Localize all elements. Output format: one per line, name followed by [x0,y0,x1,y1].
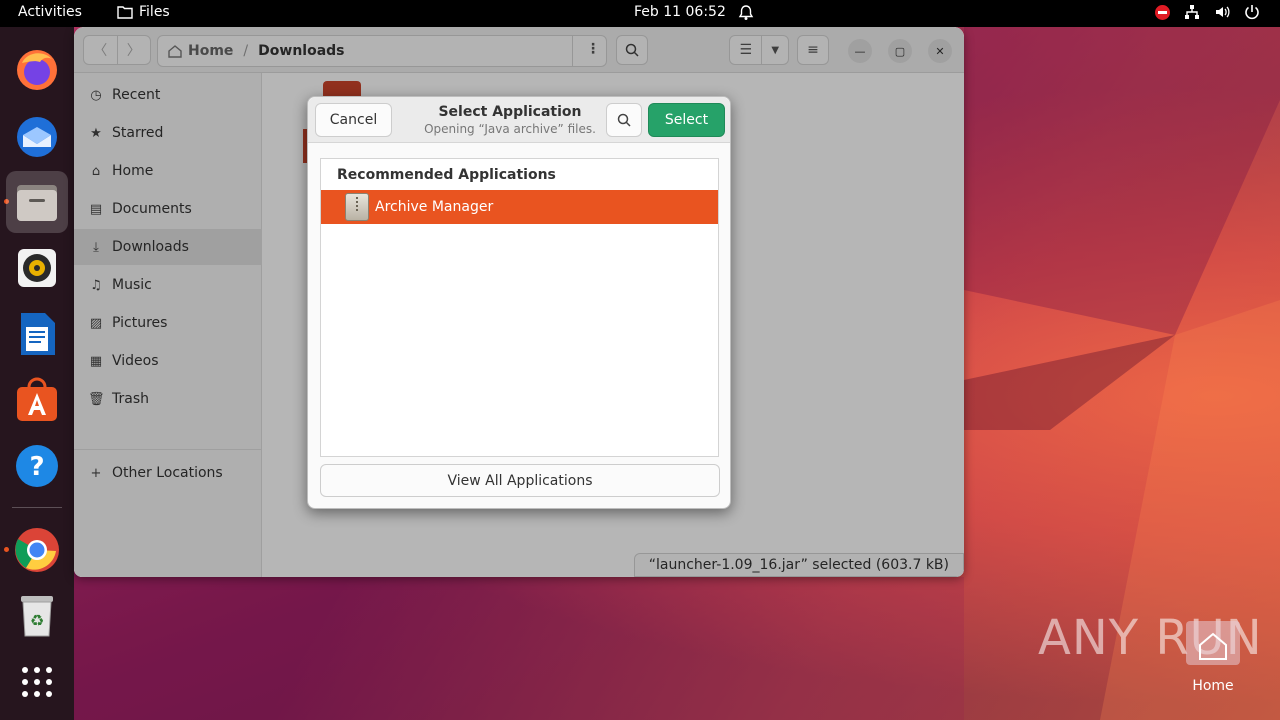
app-row-archive-manager[interactable]: Archive Manager [321,190,718,224]
app-name: Files [139,4,170,20]
section-heading: Recommended Applications [337,167,556,183]
clock[interactable]: Feb 11 06:52 [634,4,726,20]
dock: ? ♻ [0,27,74,720]
chrome-icon[interactable] [6,519,68,581]
notification-bell-icon[interactable] [738,4,754,25]
show-apps-icon[interactable] [6,651,68,713]
rhythmbox-icon[interactable] [6,237,68,299]
dialog-subtitle: Opening “Java archive” files. [424,122,596,136]
help-icon[interactable]: ? [6,435,68,497]
svg-text:♻: ♻ [30,611,44,630]
trash-icon[interactable]: ♻ [6,585,68,647]
desktop-home-label[interactable]: Home [1172,678,1254,694]
volume-icon [1216,6,1230,18]
select-application-dialog: Cancel Select Application Opening “Java … [307,96,731,509]
select-button[interactable]: Select [648,103,725,137]
system-tray[interactable] [1155,4,1260,20]
archive-manager-icon [345,193,369,221]
folder-icon [117,6,133,19]
application-list: Recommended Applications Archive Manager [320,158,719,457]
files-icon[interactable] [6,171,68,233]
app-center-icon[interactable] [6,369,68,431]
cancel-button[interactable]: Cancel [315,103,392,137]
desktop-home-icon[interactable] [1184,619,1242,667]
firefox-icon[interactable] [6,39,68,101]
view-all-applications-button[interactable]: View All Applications [320,464,720,497]
top-bar: Activities Files Feb 11 06:52 [0,0,1280,27]
power-icon [1245,5,1259,20]
network-icon [1185,5,1199,19]
thunderbird-icon[interactable] [6,105,68,167]
app-name: Archive Manager [375,199,494,215]
writer-icon[interactable] [6,303,68,365]
search-icon [617,113,631,127]
dialog-title: Select Application [438,104,582,120]
app-menu[interactable]: Files [117,4,170,20]
dialog-header: Cancel Select Application Opening “Java … [308,97,730,143]
svg-text:?: ? [29,452,44,482]
activities-button[interactable]: Activities [18,4,82,20]
recording-indicator-icon [1155,4,1170,20]
dock-separator [12,507,62,508]
search-button[interactable] [606,103,642,137]
